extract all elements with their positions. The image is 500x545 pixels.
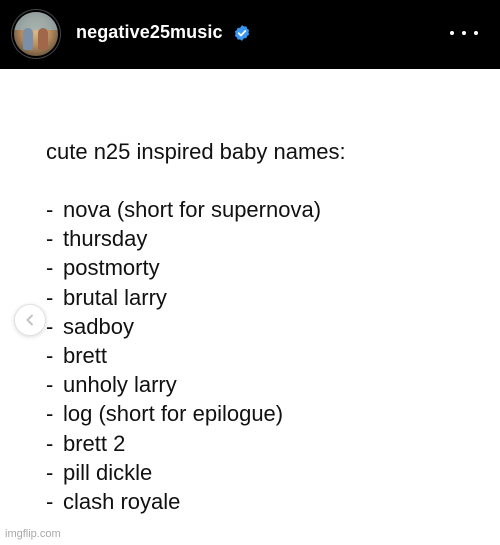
list-bullet: -	[46, 313, 54, 339]
username[interactable]: negative25music	[76, 22, 223, 43]
baby-names-list: - nova (short for supernova) - thursday -p…	[46, 195, 321, 516]
list-bullet: -	[46, 226, 54, 252]
more-dot	[462, 31, 466, 35]
list-item: - postmorty	[46, 253, 321, 282]
list-item: - log (short for epilogue)	[46, 399, 321, 428]
more-dot	[474, 31, 478, 35]
watermark: imgflip.com	[5, 528, 61, 540]
list-item-text: unholy larry	[63, 372, 177, 398]
list-item-text: clash royale	[63, 488, 181, 514]
list-item-text: brett	[63, 342, 108, 368]
list-item: - clash royale	[46, 487, 321, 516]
list-item: - brett 2	[46, 429, 321, 458]
list-bullet: -	[46, 459, 54, 485]
list-item-text: brutal larry	[63, 284, 167, 310]
list-item: - sadboy	[46, 312, 321, 341]
more-options-button[interactable]	[450, 24, 478, 42]
chevron-left-icon	[26, 314, 33, 326]
list-item: - brett	[46, 341, 321, 370]
avatar-sky	[14, 12, 58, 30]
list-bullet: -	[46, 372, 54, 398]
post-title: cute n25 inspired baby names:	[46, 139, 346, 164]
verified-badge-icon	[234, 25, 250, 41]
list-item-text: nova (short for supernova)	[63, 197, 322, 222]
list-item: - thursday	[46, 224, 321, 253]
list-bullet: -	[46, 401, 54, 427]
list-item: - unholy larry	[46, 370, 321, 399]
list-bullet: -	[46, 488, 54, 514]
avatar-figure-left	[23, 28, 33, 50]
avatar[interactable]	[14, 12, 58, 56]
list-item-text: postmorty	[63, 255, 160, 281]
list-bullet: -	[46, 284, 54, 310]
list-item-text: log (short for epilogue)	[63, 401, 284, 427]
list-item-text: pill dickle	[63, 459, 153, 485]
carousel-prev-button[interactable]	[14, 304, 46, 336]
post-header: negative25music	[0, 0, 500, 69]
list-item-text: thursday	[63, 226, 148, 252]
list-item-text: brett 2	[63, 430, 126, 456]
list-item: - pill dickle	[46, 458, 321, 487]
list-bullet: -	[46, 430, 54, 456]
more-dot	[450, 31, 454, 35]
list-bullet: -	[46, 197, 54, 222]
list-item-text: sadboy	[63, 313, 134, 339]
list-bullet: -	[46, 255, 54, 281]
list-item: - brutal larry	[46, 283, 321, 312]
list-bullet: -	[46, 342, 54, 368]
list-item: - nova (short for supernova)	[46, 195, 321, 224]
avatar-figure-right	[38, 28, 48, 50]
